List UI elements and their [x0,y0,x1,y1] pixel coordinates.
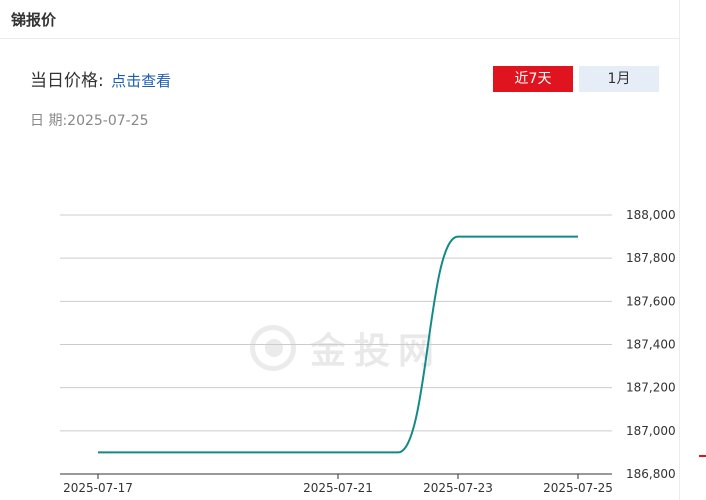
y-tick-label: 187,200 [626,381,676,395]
y-tick-label: 187,400 [626,338,676,352]
y-tick-label: 187,600 [626,294,676,308]
panel-title: 锑报价 [11,11,57,29]
y-tick-label: 187,800 [626,251,676,265]
x-tick-label: 2025-07-17 [63,481,133,495]
x-tick-labels: 2025-07-17 2025-07-21 2025-07-23 2025-07-25 [63,481,613,495]
x-axis [60,473,612,479]
date-label: 日 期: [30,113,68,129]
price-line-chart: 186,800 187,000 187,200 187,400 187,600 187,8… [60,208,676,495]
grid-lines [60,214,612,432]
date-value: 2025-07-25 [67,113,149,129]
x-tick-label: 2025-07-21 [303,481,373,495]
x-tick-label: 2025-07-25 [543,481,613,495]
y-tick-label: 186,800 [626,467,676,481]
antimony-price-panel: 锑报价 当日价格: 点击查看 日 期:2025-07-25 近7天 1月 金投网… [0,0,680,500]
y-tick-labels: 186,800 187,000 187,200 187,400 187,600 187,8… [626,208,676,481]
panel-header: 锑报价 [0,0,679,39]
y-tick-label: 188,000 [626,208,676,222]
x-tick-label: 2025-07-23 [423,481,493,495]
view-price-link[interactable]: 点击查看 [111,72,171,90]
sidebar-accent-mark [699,455,706,457]
one-month-button[interactable]: 1月 [579,66,659,92]
right-sidebar-edge [680,0,706,500]
last-7-days-button[interactable]: 近7天 [493,66,573,92]
current-price-row: 当日价格: 点击查看 [30,66,171,91]
current-price-label: 当日价格: [30,71,104,91]
date-row: 日 期:2025-07-25 [30,110,149,130]
y-tick-label: 187,000 [626,424,676,438]
